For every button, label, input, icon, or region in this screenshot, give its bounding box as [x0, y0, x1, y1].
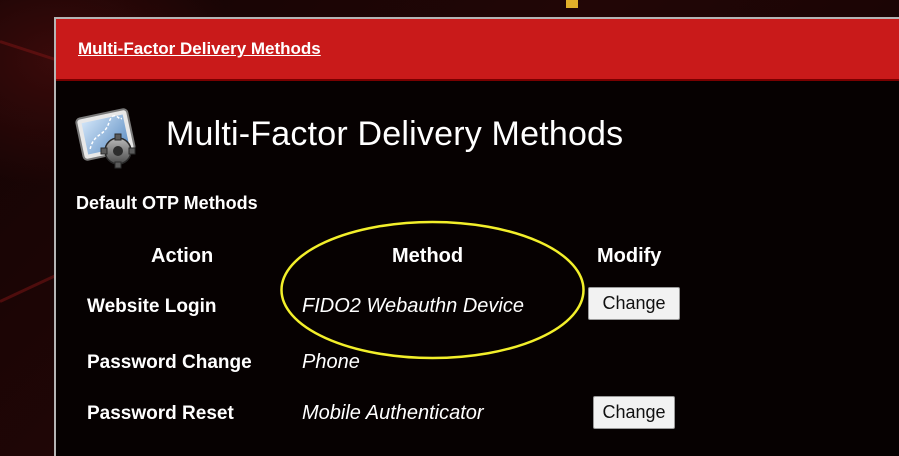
row-password-change-method: Phone: [302, 351, 360, 373]
page-title: Multi-Factor Delivery Methods: [166, 115, 624, 153]
settings-gear-icon: [75, 108, 136, 169]
column-header-method: Method: [392, 245, 464, 267]
row-website-login-method: FIDO2 Webauthn Device: [302, 295, 524, 317]
column-header-action: Action: [151, 245, 214, 267]
mfa-panel: Multi-Factor Delivery Methods Multi-Fact…: [54, 17, 899, 456]
column-header-modify: Modify: [597, 245, 662, 267]
panel-header: Multi-Factor Delivery Methods: [56, 19, 899, 81]
top-accent-bar: [566, 0, 578, 8]
row-password-change-action: Password Change: [87, 352, 252, 373]
row-password-reset-method: Mobile Authenticator: [302, 402, 484, 424]
section-title: Default OTP Methods: [76, 193, 258, 213]
row-password-reset-action: Password Reset: [87, 403, 234, 424]
panel-header-link[interactable]: Multi-Factor Delivery Methods: [78, 39, 321, 59]
change-password-reset-button[interactable]: Change: [593, 396, 675, 429]
change-website-login-button[interactable]: Change: [588, 287, 680, 320]
row-website-login-action: Website Login: [87, 296, 217, 317]
